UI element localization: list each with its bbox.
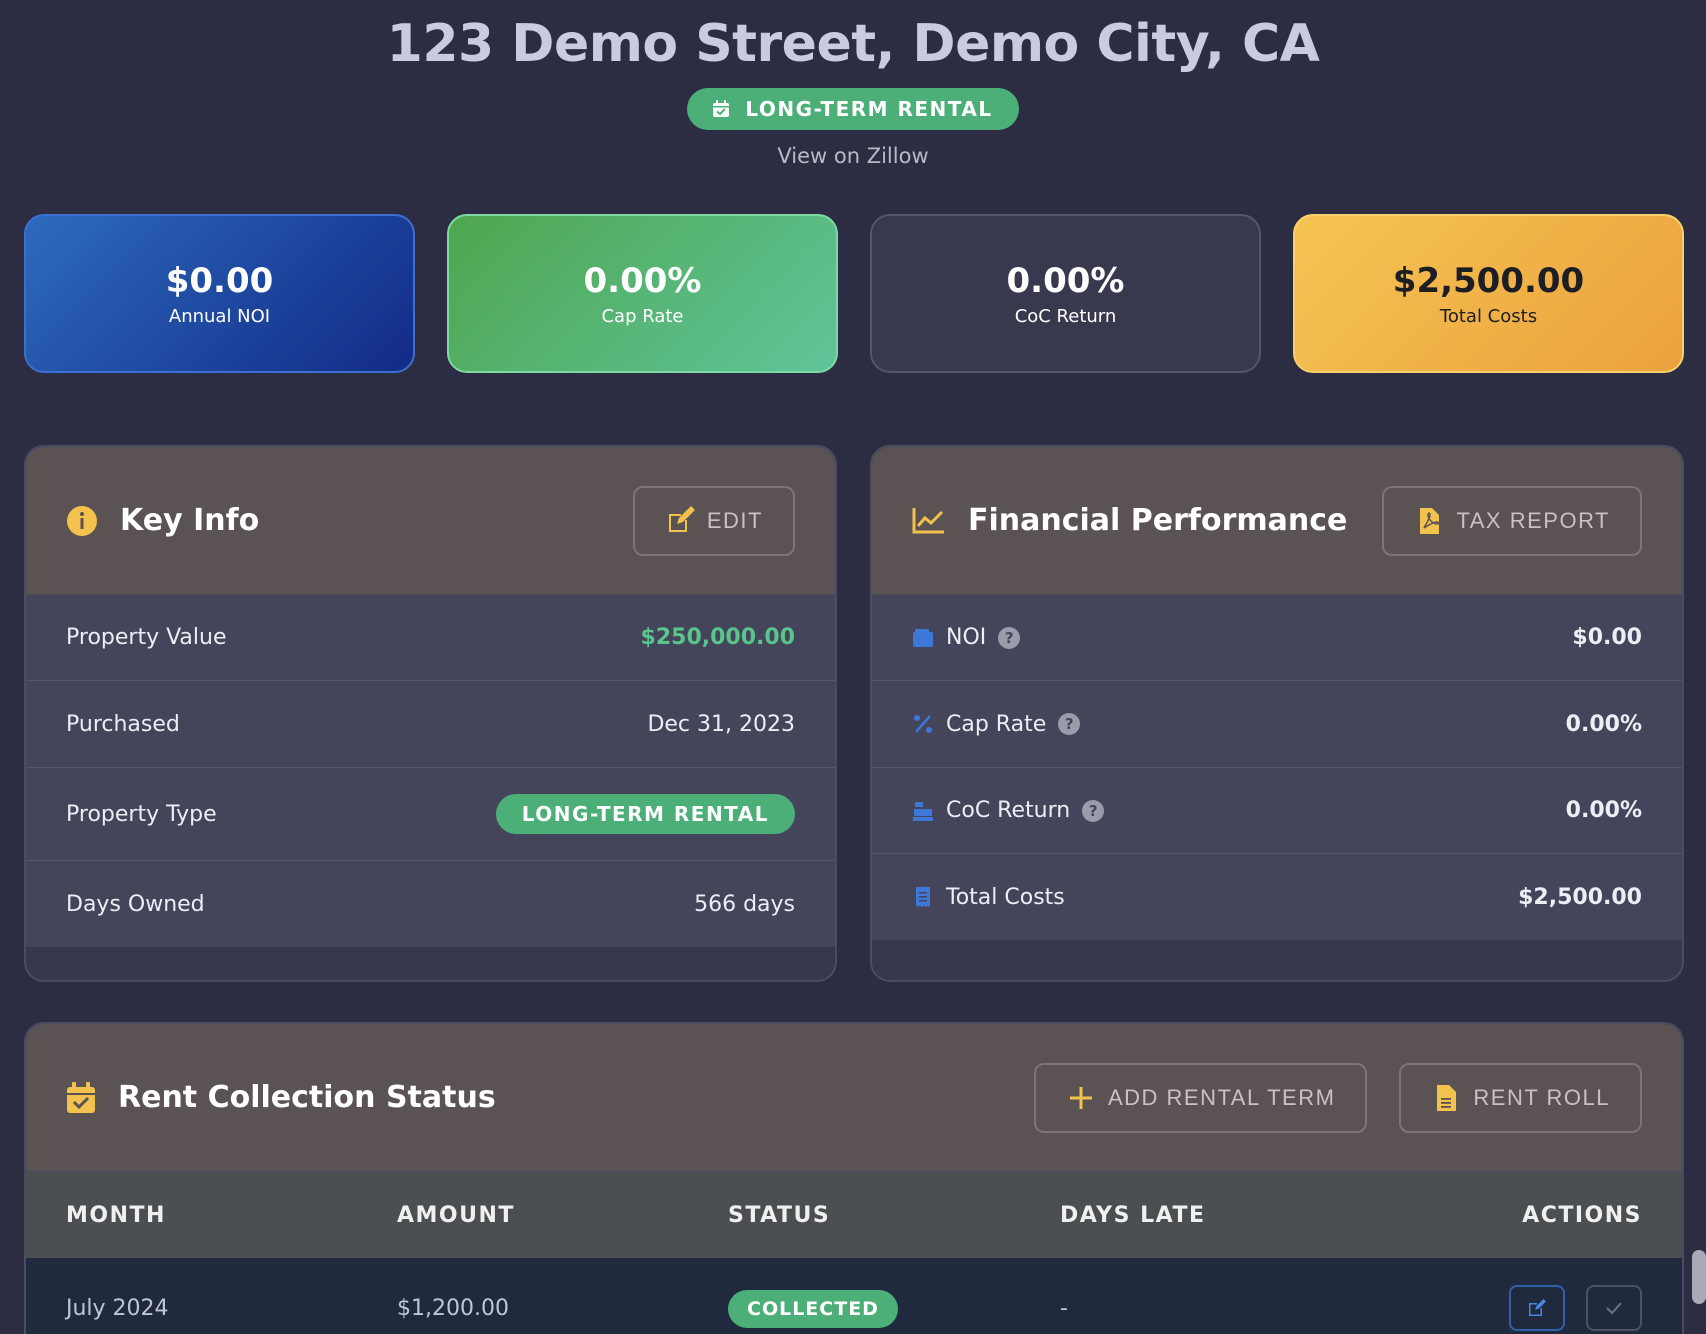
financial-rows: NOI ? $0.00 Cap Rate ? 0.00% CoC Return … (872, 595, 1682, 940)
stat-card-total-costs: $2,500.00 Total Costs (1293, 214, 1684, 373)
cell-amount: $1,200.00 (397, 1295, 509, 1321)
plus-icon (1069, 1086, 1092, 1109)
cash-register-icon (913, 801, 933, 821)
stats-row: $0.00 Annual NOI 0.00% Cap Rate 0.00% Co… (24, 214, 1684, 373)
row-label: Cap Rate (946, 711, 1047, 737)
help-icon[interactable]: ? (1082, 799, 1105, 822)
key-info-row-days-owned: Days Owned 566 days (26, 861, 835, 947)
financial-row-coc-return: CoC Return ? 0.00% (872, 768, 1682, 854)
row-value: $0.00 (1572, 625, 1642, 650)
column-header-amount: AMOUNT (397, 1202, 515, 1228)
page-scrollbar[interactable] (1692, 1250, 1706, 1304)
property-type-badge: LONG-TERM RENTAL (687, 88, 1019, 130)
tax-report-button-label: TAX REPORT (1456, 507, 1610, 533)
rent-roll-label: RENT ROLL (1473, 1084, 1610, 1110)
rent-roll-button[interactable]: RENT ROLL (1399, 1062, 1642, 1133)
row-label-group: Total Costs (912, 885, 1065, 910)
add-rental-term-button[interactable]: ADD RENTAL TERM (1033, 1062, 1368, 1133)
stat-label: CoC Return (1014, 306, 1117, 327)
stat-card-cap-rate: 0.00% Cap Rate (447, 214, 838, 373)
receipt-icon (916, 887, 930, 907)
edit-button[interactable]: EDIT (632, 485, 795, 556)
financial-row-cap-rate: Cap Rate ? 0.00% (872, 681, 1682, 768)
key-info-header: Key Info EDIT (26, 447, 835, 595)
edit-row-button[interactable] (1509, 1285, 1565, 1331)
financial-title: Financial Performance (968, 503, 1348, 538)
row-label: Purchased (66, 711, 180, 737)
cell-days-late: - (1060, 1295, 1068, 1321)
page-header: 123 Demo Street, Demo City, CA LONG-TERM… (0, 0, 1706, 168)
calendar-check-icon (713, 100, 730, 117)
stat-value: 0.00% (1006, 261, 1125, 301)
financial-header: Financial Performance TAX REPORT (872, 447, 1682, 595)
table-row: July 2024 $1,200.00 COLLECTED - (26, 1258, 1682, 1334)
row-label: Total Costs (946, 884, 1065, 910)
rent-collection-header: Rent Collection Status ADD RENTAL TERM R… (26, 1024, 1682, 1172)
page-title: 123 Demo Street, Demo City, CA (386, 14, 1320, 74)
stat-card-coc-return: 0.00% CoC Return (870, 214, 1261, 373)
wallet-icon (913, 628, 933, 647)
add-rental-term-label: ADD RENTAL TERM (1107, 1084, 1336, 1110)
calendar-check-icon (67, 1081, 95, 1113)
key-info-row-property-value: Property Value $250,000.00 (26, 595, 835, 681)
row-value: 566 days (694, 891, 795, 917)
help-icon[interactable]: ? (1058, 713, 1081, 735)
row-value: 0.00% (1565, 711, 1642, 737)
edit-button-label: EDIT (706, 507, 763, 533)
property-type-pill: LONG-TERM RENTAL (495, 794, 795, 834)
row-value: 0.00% (1565, 798, 1642, 823)
row-label: Property Type (66, 801, 217, 827)
cell-month: July 2024 (66, 1295, 169, 1321)
key-info-row-property-type: Property Type LONG-TERM RENTAL (26, 768, 835, 861)
rent-table-header: MONTH AMOUNT STATUS DAYS LATE ACTIONS (26, 1172, 1682, 1258)
row-label: Days Owned (66, 891, 205, 917)
row-label-group: Cap Rate ? (912, 711, 1081, 737)
stat-label: Cap Rate (601, 306, 684, 327)
stat-card-annual-noi: $0.00 Annual NOI (24, 214, 415, 373)
key-info-rows: Property Value $250,000.00 Purchased Dec… (26, 595, 835, 947)
mark-collected-button[interactable] (1586, 1285, 1642, 1331)
info-circle-icon (67, 505, 97, 536)
financial-row-total-costs: Total Costs $2,500.00 (872, 854, 1682, 940)
stat-value: $0.00 (165, 261, 274, 301)
file-pdf-icon (1420, 507, 1440, 534)
property-type-badge-label: LONG-TERM RENTAL (745, 97, 993, 121)
row-label: CoC Return (946, 798, 1071, 823)
file-lines-icon (1437, 1084, 1457, 1111)
tax-report-button[interactable]: TAX REPORT (1382, 485, 1642, 556)
status-badge: COLLECTED (728, 1289, 898, 1328)
rent-collection-title: Rent Collection Status (118, 1080, 496, 1115)
edit-icon (1529, 1299, 1546, 1316)
stat-label: Annual NOI (168, 306, 271, 327)
key-info-row-purchased: Purchased Dec 31, 2023 (26, 681, 835, 768)
row-label: Property Value (66, 625, 227, 650)
financial-row-noi: NOI ? $0.00 (872, 595, 1682, 681)
column-header-days-late: DAYS LATE (1060, 1202, 1206, 1228)
row-value: $250,000.00 (640, 625, 795, 650)
stat-value: $2,500.00 (1392, 261, 1585, 301)
help-icon[interactable]: ? (998, 626, 1021, 649)
row-value: $2,500.00 (1518, 884, 1642, 910)
key-info-title: Key Info (120, 503, 260, 538)
percent-icon (914, 715, 932, 733)
rent-collection-panel: Rent Collection Status ADD RENTAL TERM R… (24, 1022, 1684, 1334)
row-label-group: NOI ? (912, 625, 1021, 650)
financial-performance-panel: Financial Performance TAX REPORT NOI ? $… (870, 445, 1684, 982)
check-icon (1606, 1302, 1622, 1315)
stat-label: Total Costs (1439, 306, 1538, 327)
view-on-zillow-link[interactable]: View on Zillow (0, 144, 1706, 168)
column-header-status: STATUS (728, 1202, 831, 1228)
stat-value: 0.00% (583, 261, 702, 301)
cell-actions (1495, 1285, 1642, 1331)
key-info-panel: Key Info EDIT Property Value $250,000.00… (24, 445, 837, 982)
column-header-actions: ACTIONS (1522, 1202, 1642, 1228)
edit-icon (668, 505, 695, 532)
row-label-group: CoC Return ? (912, 798, 1105, 823)
row-label: NOI (946, 625, 987, 650)
line-chart-icon (912, 507, 944, 533)
cell-status: COLLECTED (728, 1289, 1060, 1328)
column-header-month: MONTH (66, 1202, 166, 1228)
row-value: Dec 31, 2023 (647, 711, 795, 737)
